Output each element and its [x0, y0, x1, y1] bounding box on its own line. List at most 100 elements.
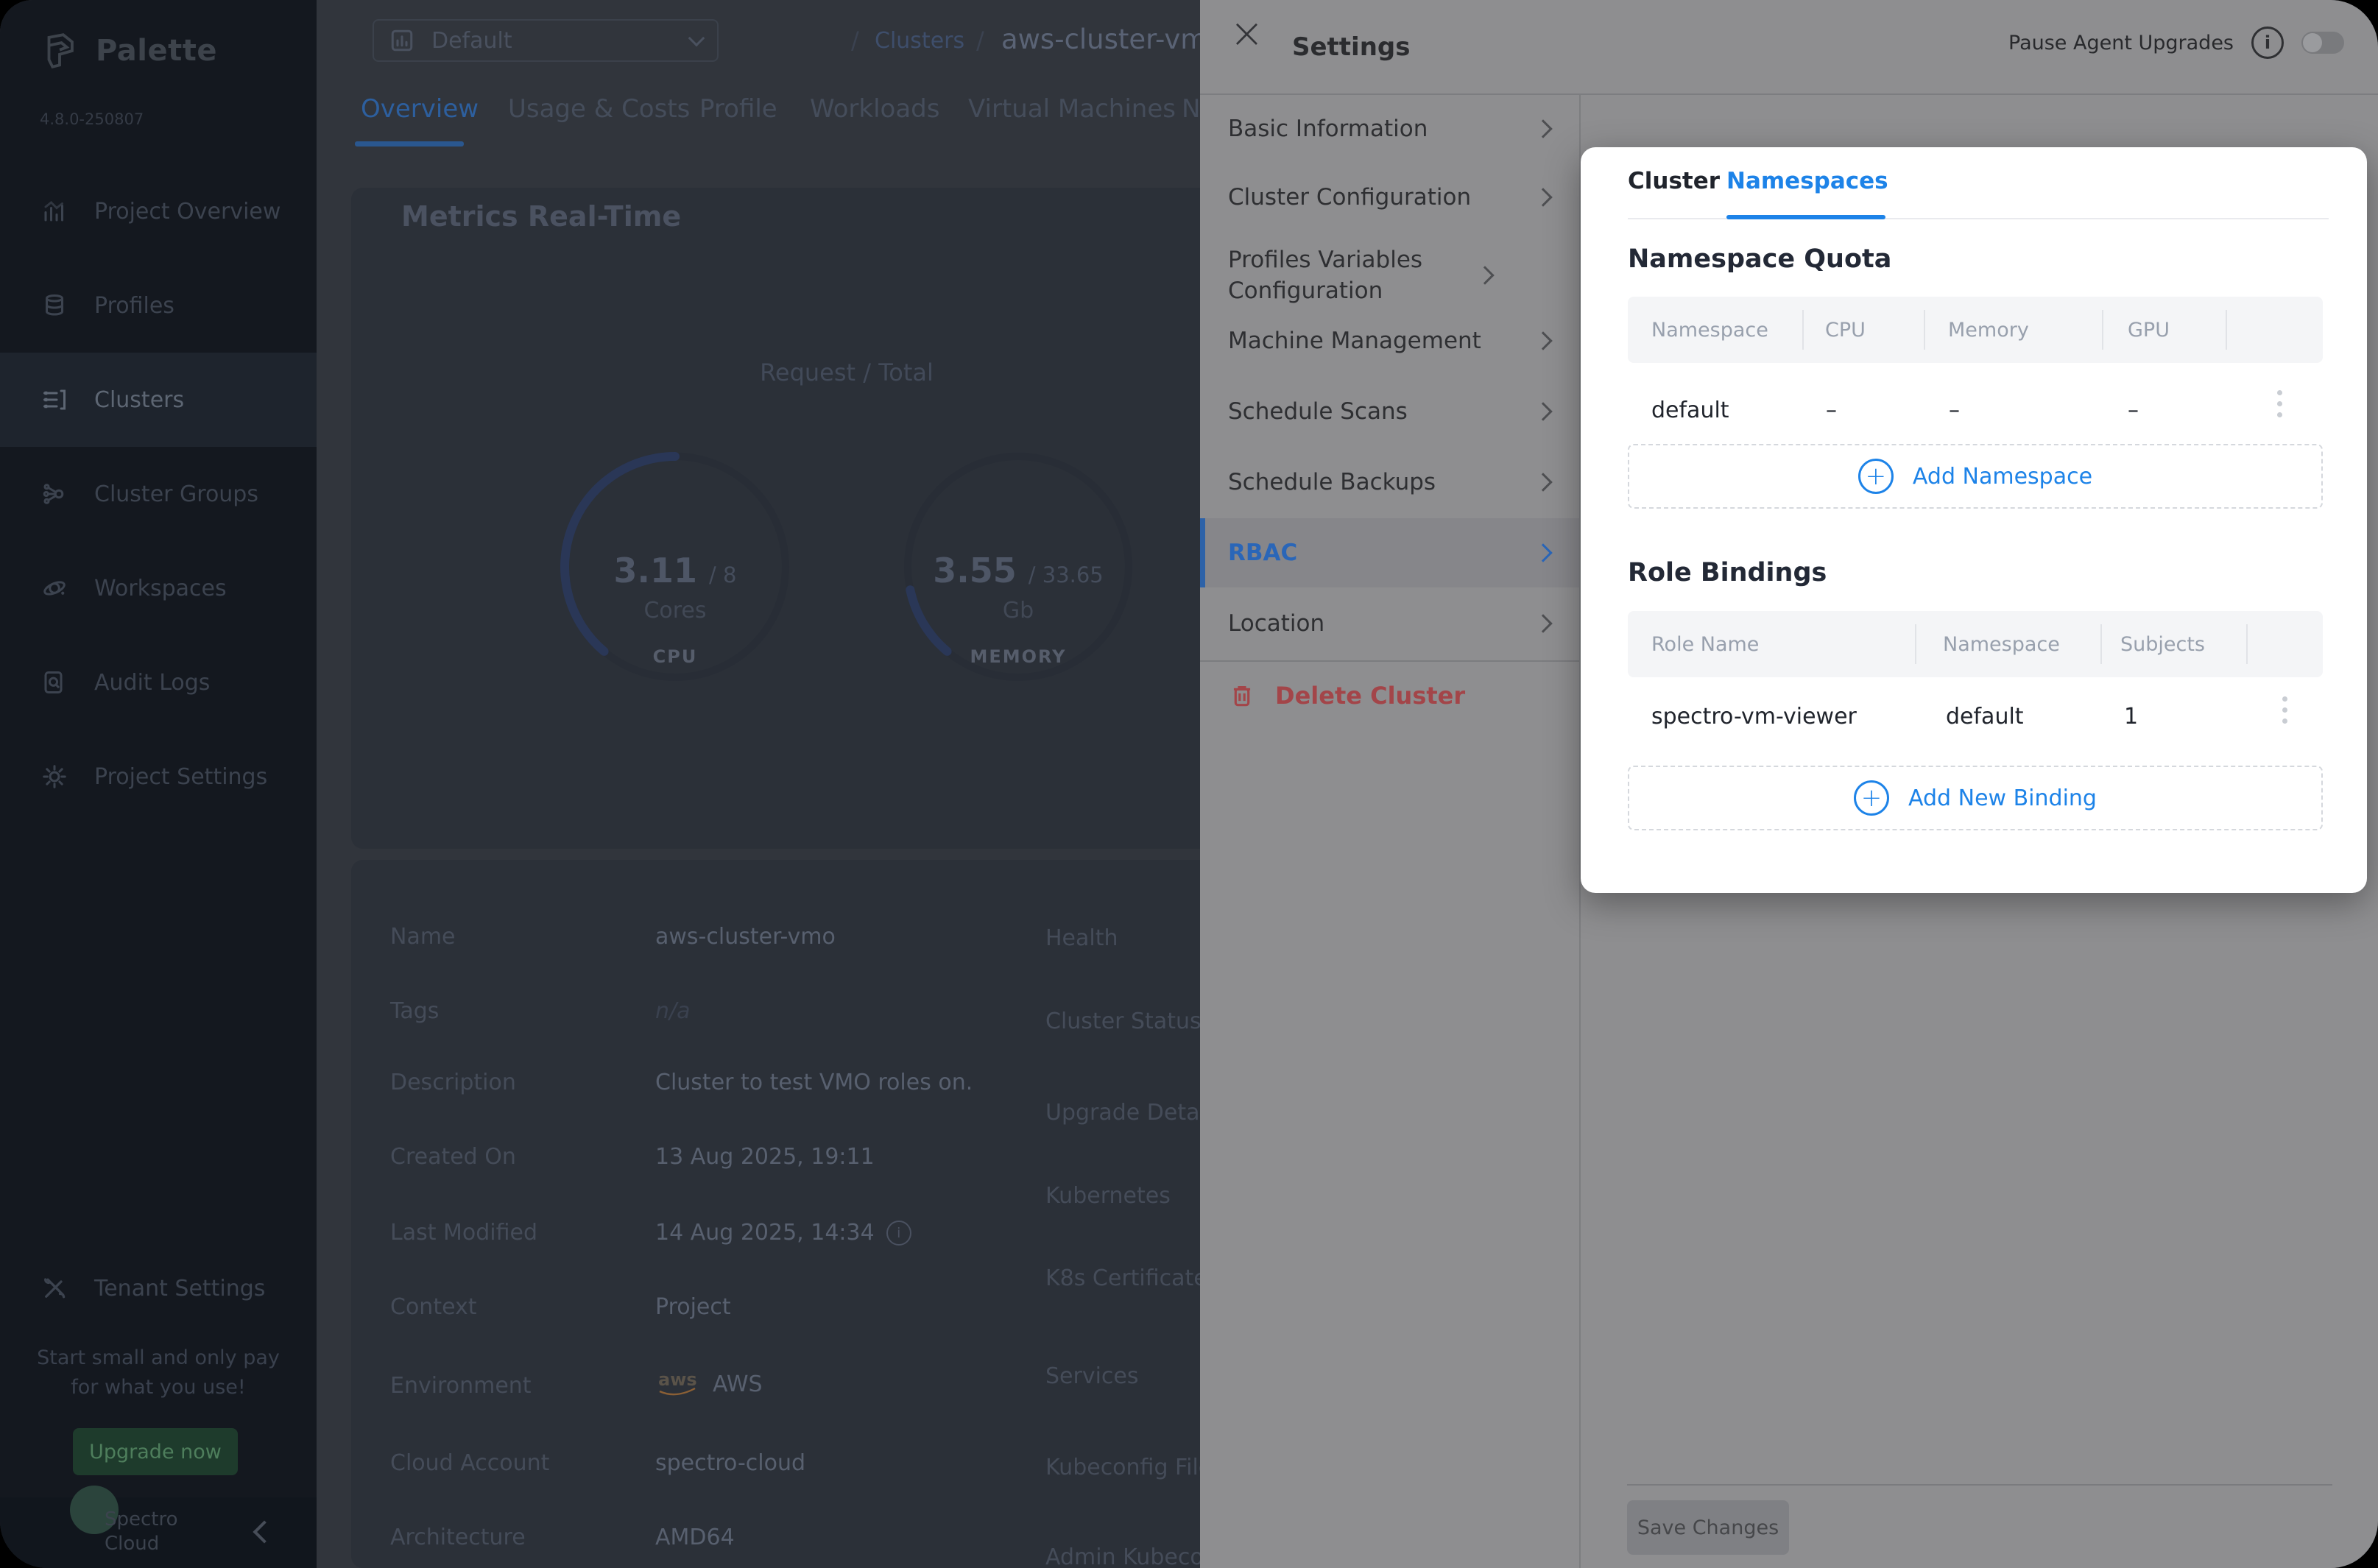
- project-chart-icon: [389, 27, 415, 54]
- sidebar-item-tenant-settings[interactable]: Tenant Settings: [0, 1241, 317, 1335]
- sidebar-item-cluster-groups[interactable]: Cluster Groups: [0, 447, 317, 541]
- sidebar-item-audit-logs[interactable]: Audit Logs: [0, 635, 317, 730]
- tab-cluster[interactable]: Cluster: [1628, 168, 1720, 194]
- metrics-subtitle: Request / Total: [699, 359, 994, 386]
- brand: Palette: [38, 29, 217, 72]
- field-value-cloud-account: spectro-cloud: [655, 1450, 805, 1476]
- tools-icon: [41, 1275, 68, 1302]
- app-sidebar: Palette 4.8.0-250807 Project Overview Pr…: [0, 0, 317, 1568]
- aws-logo: aws: [655, 1368, 701, 1400]
- app-window: Palette 4.8.0-250807 Project Overview Pr…: [0, 0, 2378, 1568]
- sidebar-nav: Project Overview Profiles Clusters Clust…: [0, 164, 317, 824]
- cpu-gauge: 3.11 / 8 Cores CPU: [550, 442, 800, 692]
- active-tab-underline: [355, 141, 464, 146]
- row-menu-kebab-icon[interactable]: [2277, 390, 2282, 417]
- field-label: Context: [390, 1294, 477, 1320]
- field-label-kubernetes: Kubernetes: [1045, 1183, 1171, 1209]
- settings-nav-cluster-configuration[interactable]: Cluster Configuration: [1200, 163, 1579, 232]
- settings-nav-basic-information[interactable]: Basic Information: [1200, 94, 1579, 163]
- project-selector[interactable]: Default: [373, 19, 719, 62]
- info-icon[interactable]: i: [886, 1221, 911, 1246]
- field-label: Environment: [390, 1373, 532, 1399]
- pause-agent-upgrades-toggle[interactable]: [2301, 32, 2344, 54]
- role-bindings-heading: Role Bindings: [1628, 558, 1827, 587]
- field-value-created-on: 13 Aug 2025, 19:11: [655, 1144, 875, 1170]
- tab-usage-costs[interactable]: Usage & Costs: [508, 94, 690, 124]
- server-icon: [41, 386, 68, 413]
- sidebar-item-project-settings[interactable]: Project Settings: [0, 730, 317, 824]
- namespace-quota-table-header: Namespace CPU Memory GPU: [1628, 297, 2323, 363]
- sidebar-item-workspaces[interactable]: Workspaces: [0, 541, 317, 635]
- field-value-description: Cluster to test VMO roles on.: [655, 1070, 973, 1095]
- add-new-binding-button[interactable]: + Add New Binding: [1628, 766, 2323, 830]
- chevron-right-icon: [1534, 331, 1552, 350]
- pause-agent-upgrades: Pause Agent Upgrades i: [2008, 27, 2344, 59]
- sidebar-item-profiles[interactable]: Profiles: [0, 258, 317, 353]
- sidebar-item-label: Tenant Settings: [94, 1276, 265, 1302]
- settings-drawer: × Settings Pause Agent Upgrades i Basic …: [1200, 0, 2378, 1568]
- sidebar-item-project-overview[interactable]: Project Overview: [0, 164, 317, 258]
- breadcrumb-current-cluster: aws-cluster-vmo: [1001, 24, 1224, 55]
- field-label: Name: [390, 924, 456, 950]
- settings-nav-schedule-scans[interactable]: Schedule Scans: [1200, 377, 1579, 446]
- settings-nav-rbac[interactable]: RBAC: [1200, 518, 1579, 587]
- cell-subjects: 1: [2124, 704, 2138, 730]
- delete-cluster-button[interactable]: Delete Cluster: [1228, 682, 1465, 710]
- save-changes-button[interactable]: Save Changes: [1627, 1500, 1789, 1555]
- tab-overview[interactable]: Overview: [361, 94, 479, 124]
- sidebar-item-label: Project Overview: [94, 199, 281, 225]
- svg-text:aws: aws: [658, 1369, 697, 1390]
- field-value-last-modified: 14 Aug 2025, 14:34 i: [655, 1220, 911, 1246]
- settings-nav-location[interactable]: Location: [1200, 589, 1579, 658]
- info-icon[interactable]: i: [2251, 27, 2284, 59]
- field-label-services: Services: [1045, 1363, 1139, 1389]
- cell-cpu: –: [1826, 398, 1837, 423]
- sidebar-item-label: Workspaces: [94, 576, 227, 601]
- orbit-icon: [41, 575, 68, 601]
- chevron-right-icon: [1534, 543, 1552, 562]
- sidebar-item-label: Cluster Groups: [94, 481, 258, 507]
- tab-virtual-machines[interactable]: Virtual Machines: [968, 94, 1176, 124]
- chevron-right-icon: [1534, 402, 1552, 420]
- plus-circle-icon: +: [1858, 459, 1894, 494]
- upgrade-promo-text: Start small and only pay for what you us…: [33, 1343, 283, 1402]
- upgrade-now-button[interactable]: Upgrade now: [73, 1428, 238, 1475]
- cell-memory: –: [1949, 398, 1960, 423]
- tenant-name: Spectro Cloud: [105, 1508, 178, 1556]
- tab-namespaces[interactable]: Namespaces: [1726, 168, 1888, 194]
- settings-nav-profiles-variables[interactable]: Profiles Variables Configuration: [1200, 236, 1579, 315]
- sidebar-item-clusters[interactable]: Clusters: [0, 353, 317, 447]
- tab-workloads[interactable]: Workloads: [810, 94, 939, 124]
- column-header: Memory: [1948, 297, 2029, 363]
- field-value-name: aws-cluster-vmo: [655, 924, 836, 950]
- nav-divider: [1200, 660, 1579, 662]
- memory-gauge-unit: Gb: [893, 598, 1143, 624]
- pause-agent-upgrades-label: Pause Agent Upgrades: [2008, 32, 2234, 54]
- memory-gauge-value: 3.55 / 33.65: [893, 551, 1143, 590]
- breadcrumb-clusters-link[interactable]: Clusters: [875, 28, 964, 54]
- add-namespace-button[interactable]: + Add Namespace: [1628, 444, 2323, 509]
- column-header: Namespace: [1943, 611, 2060, 677]
- cpu-gauge-label: CPU: [550, 646, 800, 667]
- collapse-sidebar-icon[interactable]: [253, 1520, 275, 1543]
- doc-search-icon: [41, 669, 68, 696]
- settings-nav-schedule-backups[interactable]: Schedule Backups: [1200, 448, 1579, 517]
- layers-icon: [41, 292, 68, 319]
- memory-gauge-label: MEMORY: [893, 646, 1143, 667]
- project-selector-value: Default: [431, 28, 674, 54]
- field-label: Description: [390, 1070, 516, 1095]
- close-icon[interactable]: ×: [1229, 13, 1264, 54]
- tab-profile[interactable]: Profile: [699, 94, 777, 124]
- chevron-right-icon: [1534, 188, 1552, 206]
- selected-indicator: [1200, 518, 1205, 587]
- settings-nav-machine-management[interactable]: Machine Management: [1200, 306, 1579, 375]
- field-label-health: Health: [1045, 925, 1118, 951]
- app-version: 4.8.0-250807: [40, 110, 144, 128]
- row-menu-kebab-icon[interactable]: [2282, 696, 2287, 724]
- chevron-right-icon: [1534, 473, 1552, 491]
- cpu-gauge-value: 3.11 / 8: [550, 551, 800, 590]
- field-label: Architecture: [390, 1525, 526, 1550]
- app-logo-text: Palette: [96, 34, 217, 68]
- cell-gpu: –: [2128, 398, 2139, 423]
- plus-circle-icon: +: [1854, 780, 1889, 816]
